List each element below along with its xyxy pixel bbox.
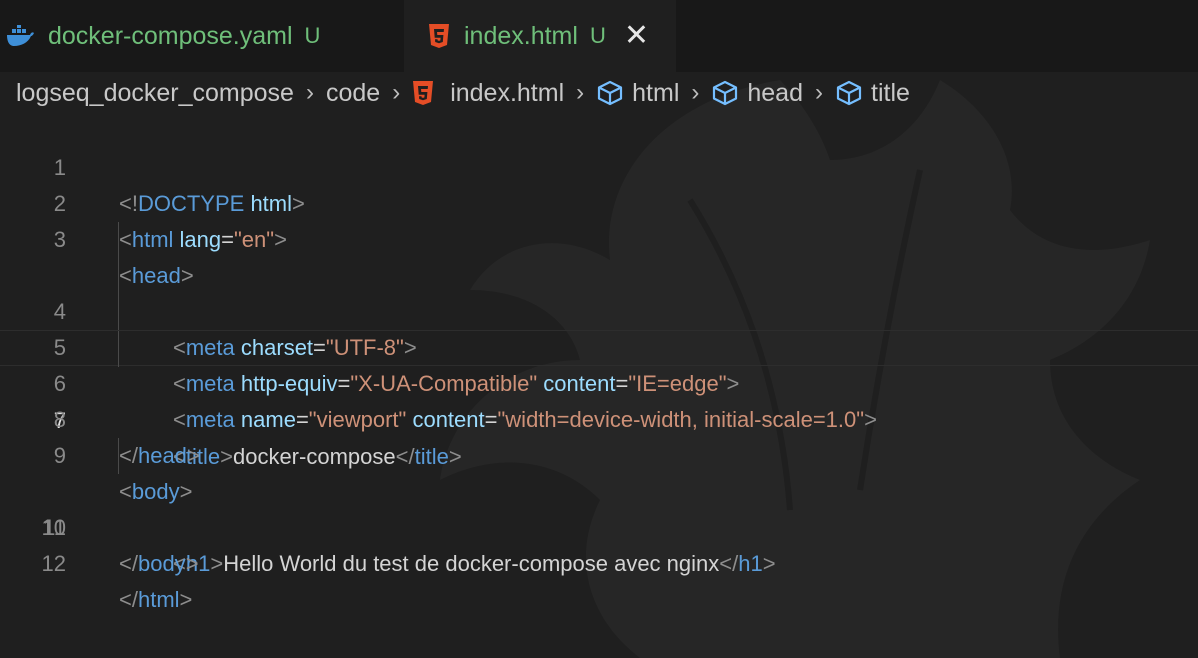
code-area[interactable]: 1 <!DOCTYPE html> 2 <html lang="en"> 3 <… [0,114,1198,612]
code-line: 2 <html lang="en"> [0,150,1198,252]
breadcrumb-label: index.html [450,78,565,107]
close-icon[interactable]: ✕ [624,21,649,51]
line-content: </html> [119,582,192,618]
indent-guide [118,222,119,258]
modified-badge: U [304,23,321,48]
breadcrumb-separator: › [815,79,823,106]
modified-badge: U [589,23,606,48]
indent-guide [118,438,119,474]
breadcrumb-folder-code[interactable]: code [326,79,380,108]
line-content: <h1>Hello World du test de docker-compos… [173,546,776,582]
code-editor: docker-compose.yaml U index.html U ✕ log… [0,0,1198,658]
code-line: 1 <!DOCTYPE html> [0,114,1198,216]
code-line-current: 7 <title>docker-compose</title> [0,330,1198,469]
breadcrumb: logseq_docker_compose › code › index.htm… [0,72,1198,114]
token-tag: h1 [738,551,763,576]
token-bracket: > [210,551,224,576]
token-bracket: </ [119,587,138,612]
breadcrumb-label: html [632,78,680,107]
breadcrumb-symbol-head[interactable]: head [711,79,803,108]
line-number: 12 [41,551,66,576]
breadcrumb-file-index-html[interactable]: index.html [412,79,564,108]
indent-guide [118,294,119,330]
token-bracket: </ [719,551,739,576]
breadcrumb-folder-logseq-docker-compose[interactable]: logseq_docker_compose [16,79,294,108]
tab-docker-compose-yaml[interactable]: docker-compose.yaml U [0,0,404,72]
code-line: 3 <head> [0,186,1198,288]
code-line: 8 </head> [0,366,1198,468]
tab-bar: docker-compose.yaml U index.html U ✕ [0,0,1198,72]
token-tag: html [137,587,180,612]
breadcrumb-separator: › [576,79,585,106]
breadcrumb-separator: › [691,79,700,106]
tab-index-html[interactable]: index.html U ✕ [404,0,676,72]
html5-icon [428,23,450,49]
token-bracket: > [762,551,776,576]
docker-whale-icon [6,25,34,47]
token-bracket: > [185,551,199,576]
breadcrumb-label: title [871,78,910,107]
token-text: Hello World du test de docker-compose av… [223,551,720,576]
token-bracket: </ [119,551,138,576]
code-line: 10 <h1>Hello World du test de docker-com… [0,438,1198,576]
code-line: 5 <meta http-equiv="X-UA-Compatible" con… [0,258,1198,396]
code-line: 4 <meta charset="UTF-8"> [0,222,1198,360]
breadcrumb-separator: › [392,79,401,106]
line-content: </body> [119,546,199,582]
token-tag: body [137,551,186,576]
indent-guide [118,331,119,367]
code-line: 11 </body> [0,474,1198,576]
html5-icon [412,80,434,106]
breadcrumb-separator: › [305,79,314,106]
breadcrumb-symbol-title[interactable]: title [835,79,910,108]
breadcrumb-symbol-html[interactable]: html [596,79,679,108]
tab-label: docker-compose.yaml [48,21,293,50]
indent-guide [118,258,119,294]
code-line: 9 <body> [0,402,1198,504]
cube-symbol-icon [711,80,739,106]
cube-symbol-icon [835,80,863,106]
token-bracket: > [179,587,193,612]
code-line: 12 </html> [0,510,1198,612]
breadcrumb-label: head [747,78,803,107]
tab-label: index.html [464,21,578,50]
code-line: 6 <meta name="viewport" content="width=d… [0,294,1198,432]
cube-symbol-icon [596,80,624,106]
